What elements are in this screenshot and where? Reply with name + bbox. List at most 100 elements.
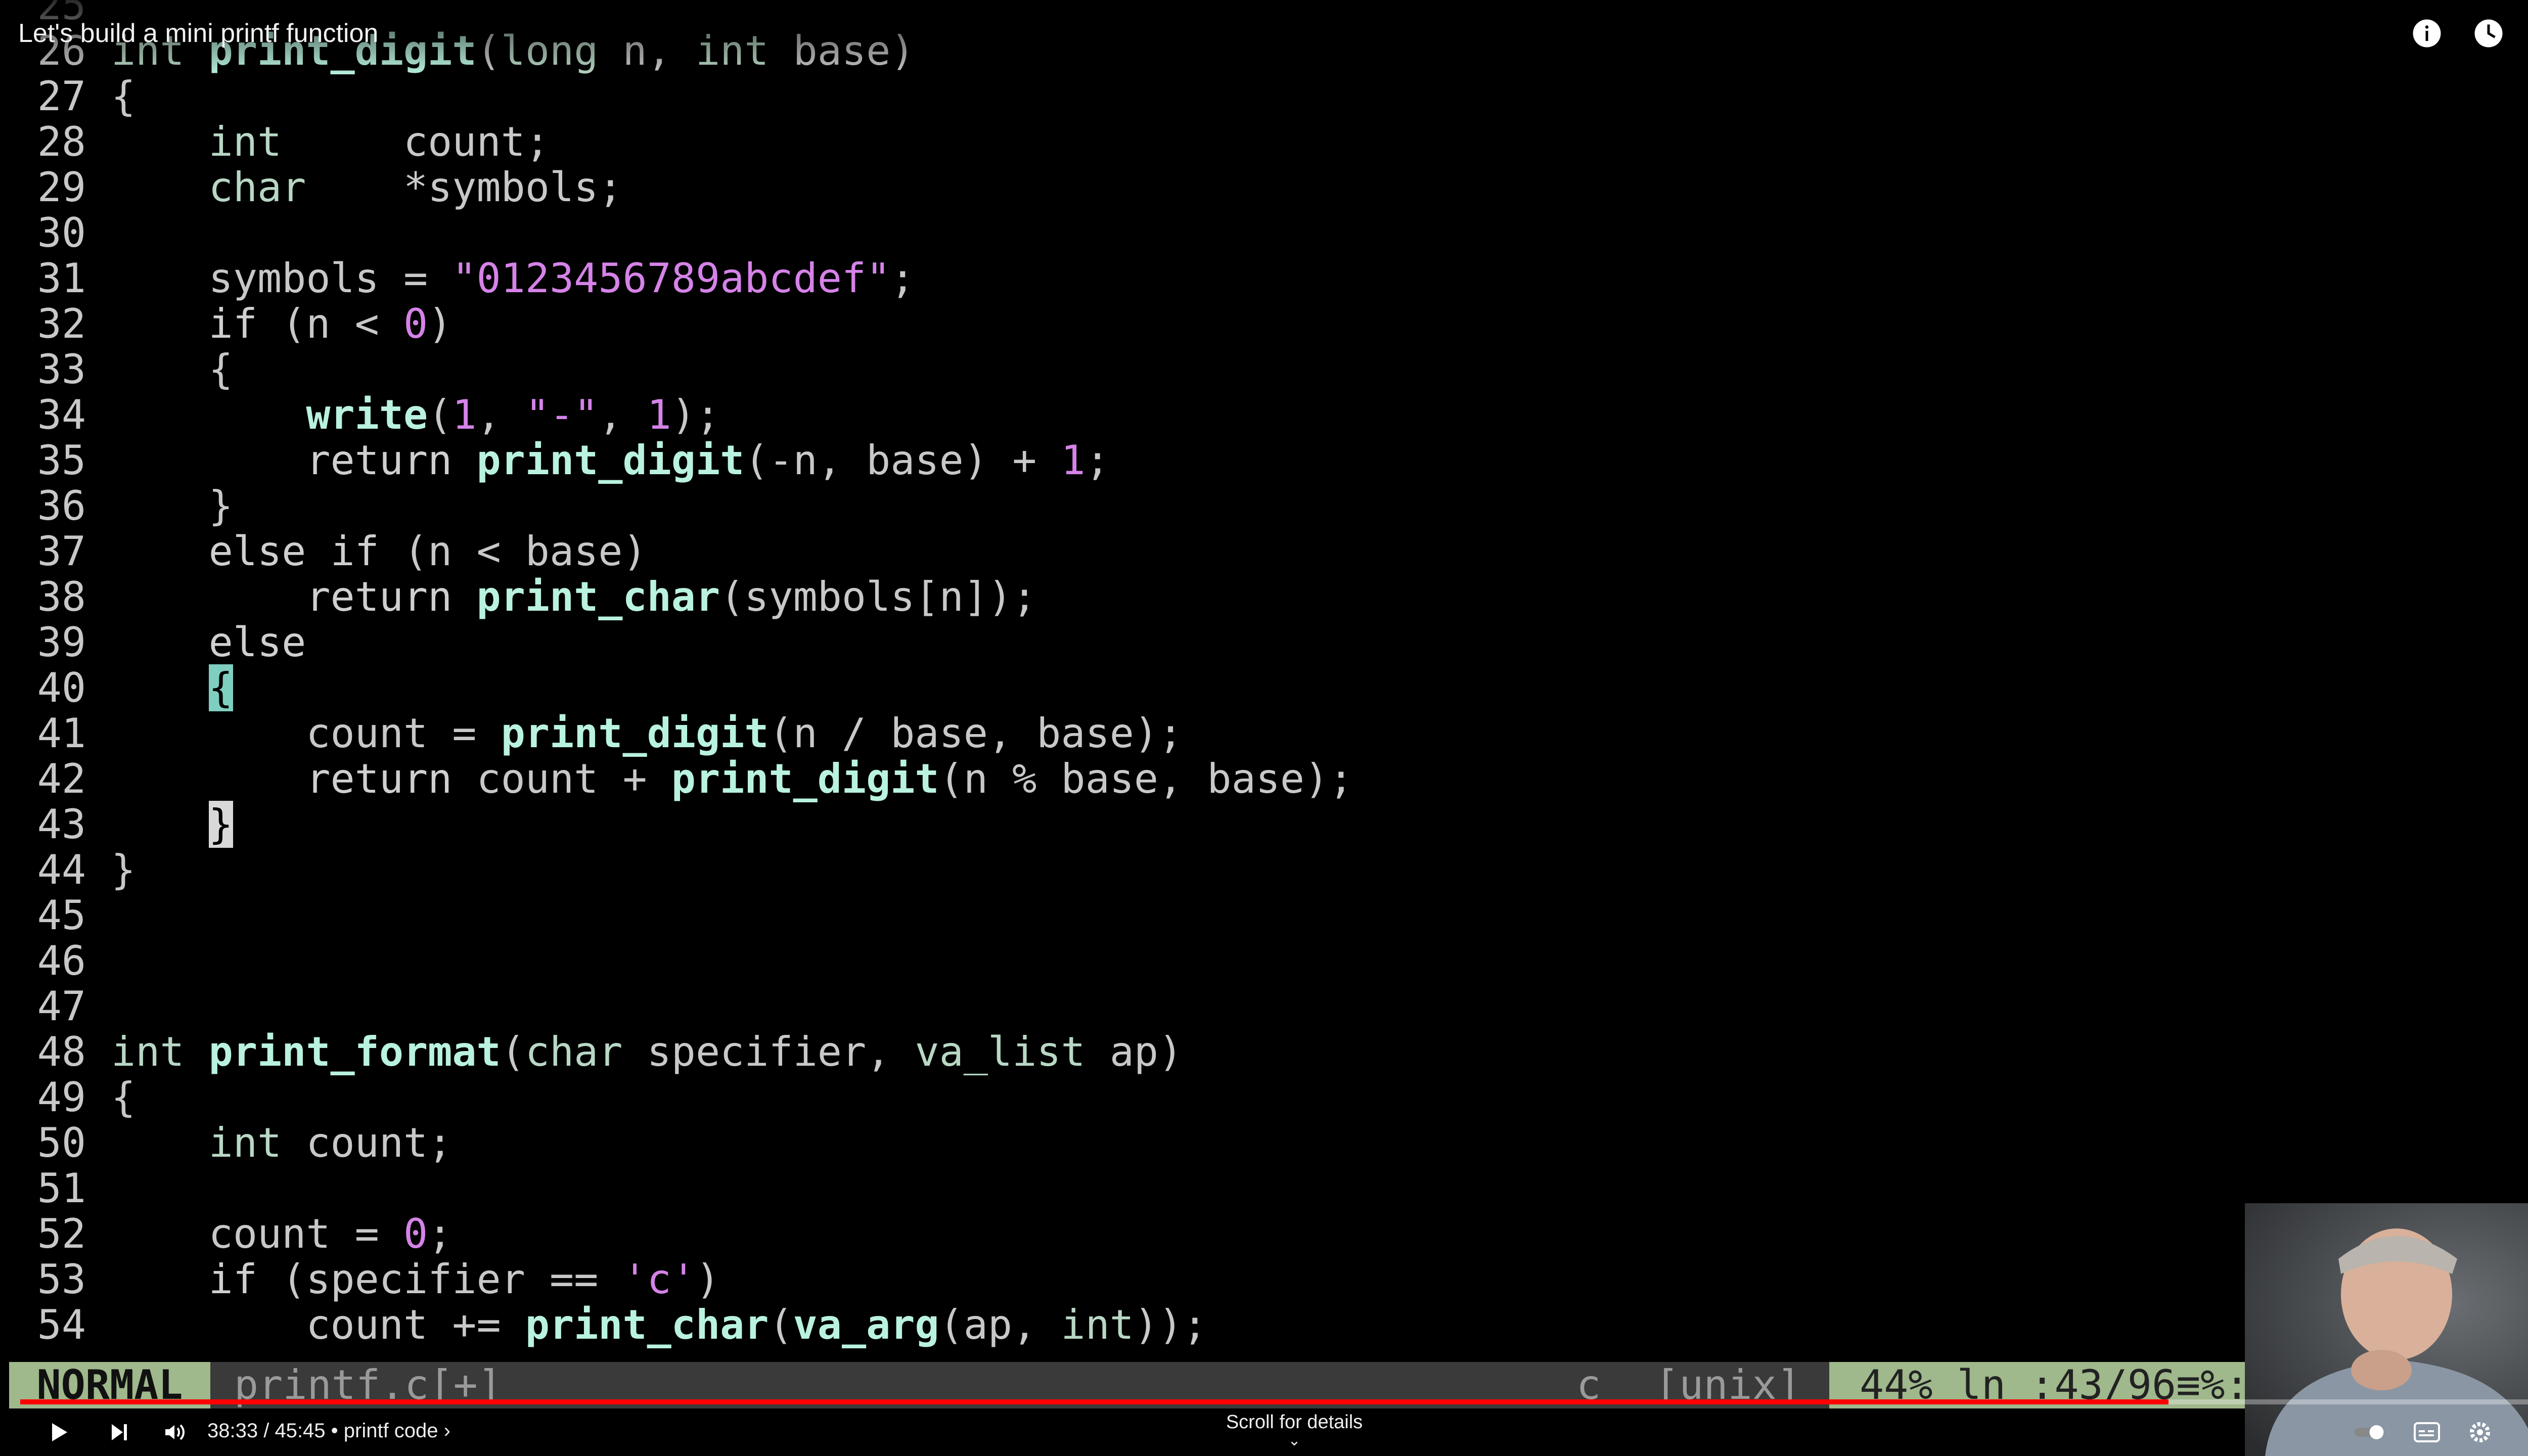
code-line[interactable]: 41 count = print_digit(n / base, base); [0,710,1183,757]
video-time[interactable]: 38:33 / 45:45 • printf code › [207,1420,450,1442]
code-token: print_char [525,1301,769,1348]
line-number: 42 [37,755,86,802]
code-text: { [111,74,136,119]
video-title[interactable]: Let's build a mini printf function [18,18,378,49]
code-line[interactable]: 33 { [0,347,233,392]
line-number: 32 [37,300,86,347]
code-text: { [111,347,233,392]
code-token: print_digit [476,437,745,484]
code-text: return print_char(symbols[n]); [111,574,1036,620]
code-text: int print_format(char specifier, va_list… [111,1029,1183,1075]
code-text: { [111,1075,136,1120]
code-line[interactable]: 39 else [0,620,306,665]
line-number: 53 [37,1256,86,1303]
code-token: { [111,346,233,393]
code-token: 0 [403,300,428,347]
volume-icon[interactable] [157,1415,192,1450]
code-line[interactable]: 43 } [0,801,233,848]
captions-icon[interactable] [2409,1415,2445,1450]
video-top-overlay: Let's build a mini printf function [0,0,2528,76]
code-line[interactable]: 50 int count; [0,1120,453,1166]
code-line[interactable]: 53 if (specifier == 'c') [0,1256,720,1303]
code-token: return [306,755,453,802]
code-token: count += [111,1301,525,1348]
code-line[interactable]: 40 { [0,664,233,711]
code-line[interactable]: 54 count += print_char(va_arg(ap, int)); [0,1301,1207,1348]
code-line[interactable]: 49 { [0,1074,136,1121]
code-text: else if (n < base) [111,529,647,574]
code-token: ); [671,391,720,438]
line-number: 45 [37,892,86,939]
line-number: 54 [37,1301,86,1348]
code-token: , [476,391,525,438]
code-token: , [598,391,647,438]
code-text: return count + print_digit(n % base, bas… [111,756,1353,802]
code-text: write(1, "-", 1); [111,392,720,438]
code-line[interactable]: 30 [0,210,86,256]
line-number: 49 [37,1074,86,1121]
line-number: 36 [37,482,86,529]
code-line[interactable]: 35 return print_digit(-n, base) + 1; [0,438,1110,483]
code-line[interactable]: 48 int print_format(char specifier, va_li… [0,1029,1183,1075]
code-token: return [306,437,453,484]
code-line[interactable]: 31 symbols = "0123456789abcdef"; [0,256,915,301]
code-line[interactable]: 28 int count; [0,119,550,165]
code-token: count; [282,118,550,165]
info-icon[interactable] [2411,17,2443,50]
video-progress-fill [20,1399,2169,1404]
autoplay-toggle-icon[interactable] [2354,1415,2389,1450]
code-token: write [306,391,428,438]
code-token: ( [428,391,453,438]
code-line[interactable]: 44} [0,846,136,893]
code-token: count; [282,1119,453,1166]
code-token: (ap, [939,1301,1061,1348]
code-line[interactable]: 52 count = 0; [0,1211,453,1257]
code-line[interactable]: 42 return count + print_digit(n % base, … [0,755,1353,802]
code-token: int [111,1028,185,1075]
code-line[interactable]: 29 char *symbols; [0,165,623,210]
code-text: int count; [111,1119,453,1166]
play-icon[interactable] [40,1415,76,1450]
code-token: } [111,846,136,893]
line-number: 30 [37,209,86,256]
code-line[interactable]: 34 write(1, "-", 1); [0,392,720,438]
code-token: (-n, base) + [744,437,1061,484]
code-editor[interactable]: 2526int print_digit(long n, int base)27{… [0,0,2528,1365]
code-line[interactable]: 45 [0,893,86,938]
code-token: 1 [647,391,671,438]
code-token: print_char [476,573,720,620]
exit-fullscreen-icon[interactable] [2520,1415,2528,1450]
code-line[interactable]: 36 } [0,482,233,529]
line-number: 46 [37,937,86,984]
video-controls: 38:33 / 45:45 • printf code › Scroll for… [0,1407,2528,1456]
chevron-down-icon: ⌄ [1288,1432,1301,1449]
code-token: print_digit [501,710,769,757]
code-token: 1 [1061,437,1086,484]
code-token: { [208,664,233,711]
video-progress-bar[interactable] [20,1399,2528,1404]
code-token: va_list [915,1028,1086,1075]
code-line[interactable]: 46 [0,938,86,984]
code-line[interactable]: 37 else if (n < base) [0,529,647,574]
code-line[interactable]: 38 return print_char(symbols[n]); [0,574,1037,620]
code-token: (symbols[n]); [720,573,1037,620]
line-number: 44 [37,846,86,893]
line-number: 41 [37,710,86,757]
line-number: 27 [37,73,86,120]
code-token: 0 [403,1210,428,1257]
code-text: if (n < 0) [111,300,453,347]
code-line[interactable]: 32 if (n < 0) [0,300,453,347]
code-line[interactable]: 27 { [0,73,136,120]
clock-icon[interactable] [2472,17,2505,50]
code-line[interactable]: 47 [0,984,86,1029]
next-icon[interactable] [101,1415,137,1450]
code-line[interactable]: 51 [0,1166,86,1211]
code-token: char [525,1028,623,1075]
code-token: 'c' [622,1256,696,1303]
scroll-for-details[interactable]: Scroll for details ⌄ [1224,1412,1365,1448]
settings-icon[interactable] [2462,1415,2498,1450]
line-number: 40 [37,664,86,711]
